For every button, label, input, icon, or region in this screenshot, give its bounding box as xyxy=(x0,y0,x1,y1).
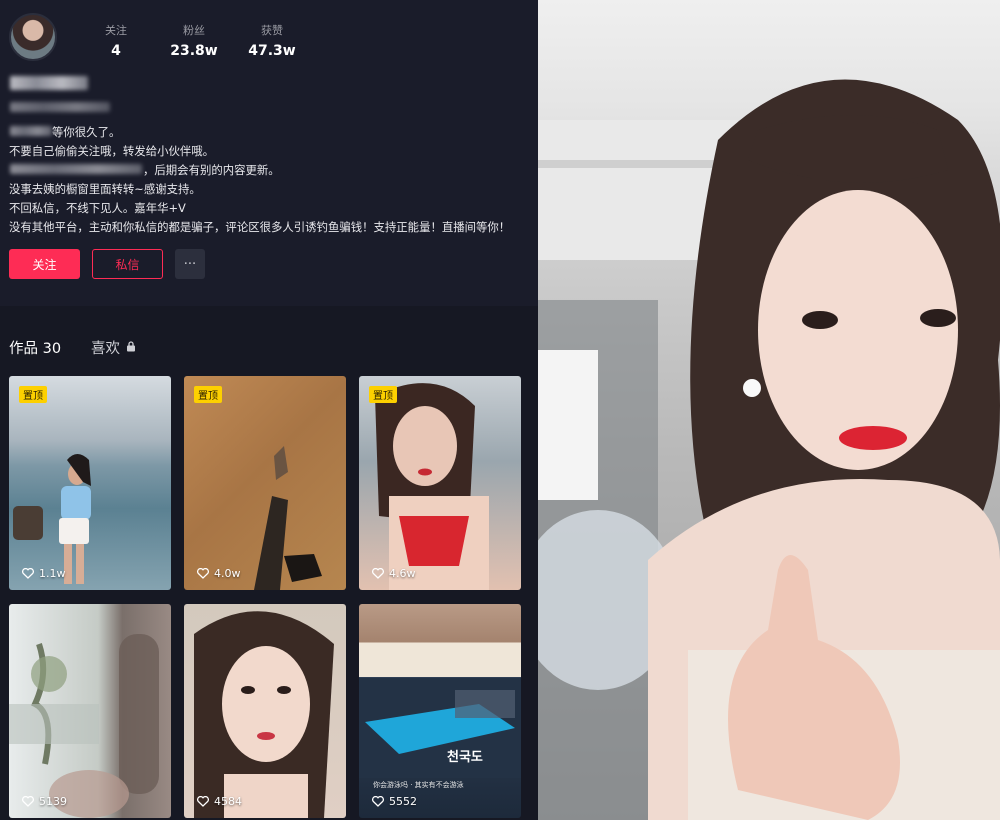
video-overlay-caption: 你会游泳吗 · 其实有不会游泳 xyxy=(373,781,464,789)
like-count: 4.0w xyxy=(197,567,241,580)
like-count-value: 5139 xyxy=(39,795,67,808)
bio-line: 没有其他平台，主动和你私信的都是骗子，评论区很多人引诱钓鱼骗钱！支持正能量！直播… xyxy=(9,220,511,234)
bio-line: 等你很久了。 xyxy=(52,125,121,139)
like-count-value: 5552 xyxy=(389,795,417,808)
video-card[interactable]: 置顶 4.0w xyxy=(184,376,346,590)
video-overlay-title: 천국도 xyxy=(447,750,483,765)
video-thumbnail xyxy=(194,611,334,818)
bio-blurred xyxy=(10,126,52,136)
user-id-blurred xyxy=(10,102,110,112)
heart-icon xyxy=(197,568,209,579)
video-card[interactable]: 置顶 4.6w xyxy=(359,376,521,590)
stat-value: 23.8w xyxy=(170,43,218,59)
bio-line: 不回私信，不线下见人。嘉年华+V xyxy=(9,201,186,215)
profile-header: 关注 4 粉丝 23.8w 获赞 47.3w 等你很久了。 不要自己偷偷关注哦，… xyxy=(0,0,538,306)
video-card[interactable]: 천국도 你会游泳吗 · 其实有不会游泳 5552 xyxy=(359,604,521,818)
video-thumbnail xyxy=(254,446,322,590)
stat-followers[interactable]: 粉丝 23.8w xyxy=(164,22,224,59)
like-count: 1.1w xyxy=(22,567,66,580)
message-button[interactable]: 私信 xyxy=(92,249,163,279)
like-count: 5139 xyxy=(22,795,67,808)
video-thumbnail xyxy=(375,383,489,590)
heart-icon xyxy=(197,796,209,807)
video-frame xyxy=(538,79,1000,820)
heart-icon xyxy=(22,796,34,807)
bio-blurred xyxy=(10,164,142,174)
like-count: 4.6w xyxy=(372,567,416,580)
like-count-value: 4.6w xyxy=(389,567,416,580)
lock-icon xyxy=(127,341,135,352)
more-button[interactable]: ··· xyxy=(175,249,205,279)
username-blurred xyxy=(10,76,88,90)
stat-following[interactable]: 关注 4 xyxy=(86,22,146,59)
stat-likes[interactable]: 获赞 47.3w xyxy=(242,22,302,59)
pinned-badge: 置顶 xyxy=(369,386,397,403)
profile-panel: 关注 4 粉丝 23.8w 获赞 47.3w 等你很久了。 不要自己偷偷关注哦，… xyxy=(0,0,538,820)
follow-button[interactable]: 关注 xyxy=(9,249,80,279)
bio-line: 不要自己偷偷关注哦，转发给小伙伴哦。 xyxy=(9,144,215,158)
stat-label: 获赞 xyxy=(261,24,283,37)
video-thumbnail xyxy=(13,454,91,584)
bio-line: 没事去姨的橱窗里面转转~感谢支持。 xyxy=(9,182,201,196)
stat-label: 粉丝 xyxy=(183,24,205,37)
stat-value: 4 xyxy=(111,43,121,59)
tab-likes[interactable]: 喜欢 xyxy=(91,337,120,358)
avatar[interactable] xyxy=(9,13,57,61)
like-count: 5552 xyxy=(372,795,417,808)
pinned-badge: 置顶 xyxy=(19,386,47,403)
pinned-badge: 置顶 xyxy=(194,386,222,403)
video-card[interactable]: 5139 xyxy=(9,604,171,818)
stat-label: 关注 xyxy=(105,24,127,37)
heart-icon xyxy=(22,568,34,579)
like-count-value: 1.1w xyxy=(39,567,66,580)
heart-icon xyxy=(372,568,384,579)
video-player[interactable] xyxy=(538,0,1000,820)
video-thumbnail xyxy=(9,634,159,818)
stat-value: 47.3w xyxy=(248,43,296,59)
video-card[interactable]: 置顶 1.1w xyxy=(9,376,171,590)
heart-icon xyxy=(372,796,384,807)
tab-works[interactable]: 作品 30 xyxy=(9,337,61,358)
like-count-value: 4.0w xyxy=(214,567,241,580)
video-card[interactable]: 4584 xyxy=(184,604,346,818)
like-count: 4584 xyxy=(197,795,242,808)
like-count-value: 4584 xyxy=(214,795,242,808)
bio-line: ，后期会有别的内容更新。 xyxy=(143,163,280,177)
